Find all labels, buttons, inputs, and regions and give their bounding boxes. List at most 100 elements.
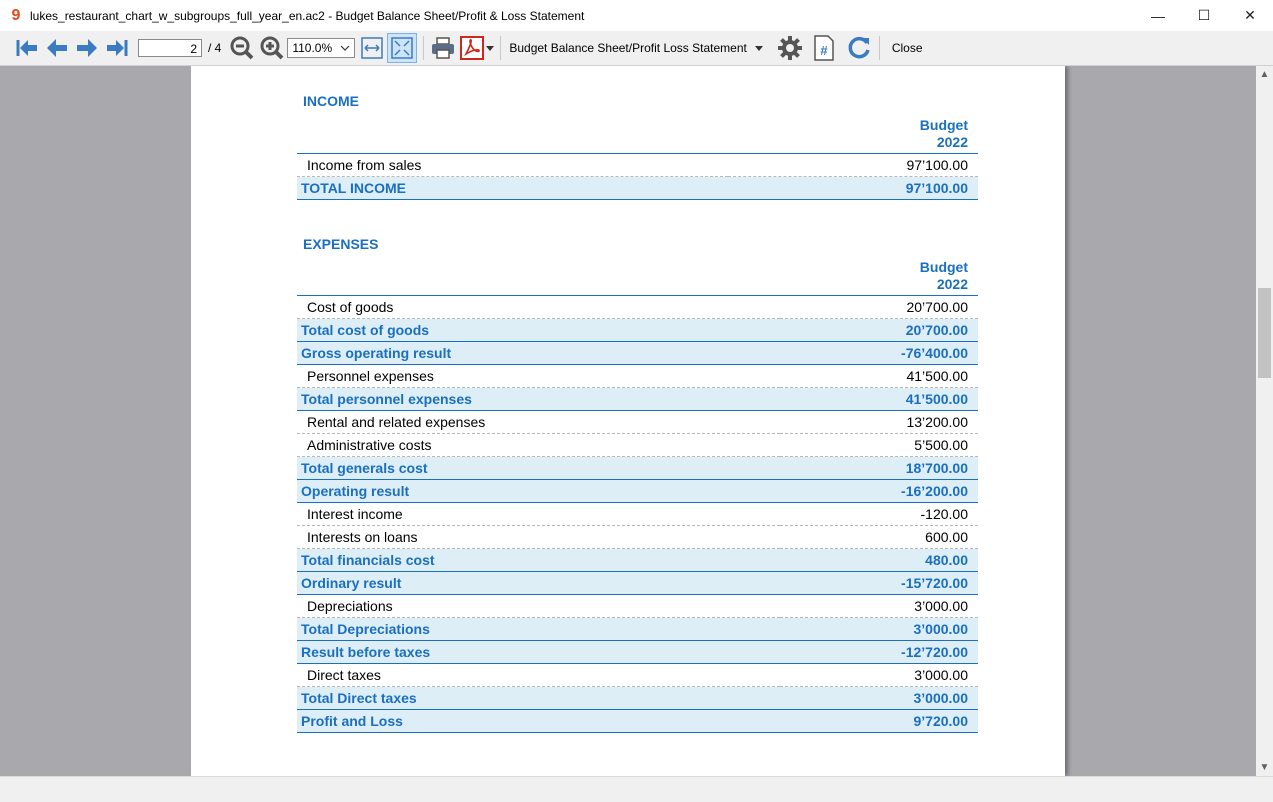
app-logo-icon: 9	[11, 6, 21, 24]
total-row: Total Depreciations 3’000.00	[297, 617, 978, 641]
prev-page-button[interactable]	[44, 34, 70, 62]
scroll-up-icon[interactable]: ▲	[1256, 66, 1273, 83]
row-label: Gross operating result	[297, 341, 781, 365]
total-row: Ordinary result -15’720.00	[297, 571, 978, 595]
pdf-options-button[interactable]	[486, 34, 495, 62]
refresh-button[interactable]	[845, 34, 873, 62]
total-row: Total financials cost 480.00	[297, 548, 978, 572]
scrollbar-thumb[interactable]	[1258, 288, 1271, 378]
next-page-button[interactable]	[74, 34, 100, 62]
vertical-scrollbar[interactable]: ▲ ▼	[1256, 66, 1273, 776]
total-row: Operating result -16’200.00	[297, 479, 978, 503]
page-number-button[interactable]: #	[813, 34, 835, 62]
fit-width-button[interactable]	[361, 34, 384, 62]
row-amount: 3’000.00	[780, 663, 978, 687]
expenses-table: Cost of goods 20’700.00 Total cost of good…	[297, 295, 978, 733]
total-row: Gross operating result -76’400.00	[297, 341, 978, 365]
zoom-in-button[interactable]	[259, 34, 285, 62]
title-bar: 9 lukes_restaurant_chart_w_subgroups_ful…	[0, 0, 1273, 31]
table-row: Administrative costs 5’500.00	[297, 433, 978, 457]
close-button[interactable]: Close	[884, 41, 931, 55]
row-label: Depreciations	[297, 594, 781, 618]
minimize-button[interactable]: —	[1135, 0, 1181, 31]
zoom-select[interactable]: 110.0%	[287, 38, 356, 58]
row-amount: 5’500.00	[780, 433, 978, 457]
row-label: Total cost of goods	[297, 318, 781, 342]
total-row: Total personnel expenses 41’500.00	[297, 387, 978, 411]
row-label: Total Direct taxes	[297, 686, 781, 710]
row-amount: 18’700.00	[780, 456, 978, 480]
window-title: lukes_restaurant_chart_w_subgroups_full_…	[30, 8, 585, 23]
table-row: Rental and related expenses 13’200.00	[297, 410, 978, 434]
row-label: Result before taxes	[297, 640, 781, 664]
row-label: TOTAL INCOME	[297, 176, 728, 200]
page-number-icon: #	[814, 35, 834, 61]
caret-down-icon	[754, 45, 763, 51]
total-row: Total cost of goods 20’700.00	[297, 318, 978, 342]
income-section-title: INCOME	[303, 93, 359, 109]
pdf-icon	[460, 36, 485, 60]
zoom-value: 110.0%	[292, 41, 333, 55]
row-label: Income from sales	[297, 153, 728, 177]
income-header-budget: Budget	[919, 117, 968, 133]
fit-page-button[interactable]	[387, 33, 418, 63]
total-row: Total generals cost 18’700.00	[297, 456, 978, 480]
toolbar-separator	[423, 36, 425, 60]
page-number-input[interactable]: 2	[138, 39, 202, 57]
close-window-button[interactable]: ✕	[1227, 0, 1273, 31]
maximize-button[interactable]: ☐	[1181, 0, 1227, 31]
row-label: Total personnel expenses	[297, 387, 781, 411]
row-label: Rental and related expenses	[297, 410, 781, 434]
toolbar-separator	[878, 36, 880, 60]
expenses-header-year: 2022	[936, 276, 968, 292]
row-amount: 3’000.00	[780, 686, 978, 710]
prev-page-icon	[47, 39, 67, 57]
table-row: Cost of goods 20’700.00	[297, 295, 978, 319]
pdf-button[interactable]	[460, 34, 485, 62]
row-amount: 3’000.00	[780, 594, 978, 618]
row-amount: 20’700.00	[780, 318, 978, 342]
income-column-header: Budget 2022	[297, 117, 978, 151]
zoom-out-icon	[230, 36, 254, 60]
report-viewer[interactable]: INCOME Budget 2022 Income from sales 97’1…	[0, 66, 1256, 776]
row-amount: -15’720.00	[780, 571, 978, 595]
row-label: Profit and Loss	[297, 709, 781, 733]
row-amount: 13’200.00	[780, 410, 978, 434]
settings-button[interactable]	[777, 34, 803, 62]
total-row: TOTAL INCOME 97’100.00	[297, 176, 978, 200]
row-amount: 9’720.00	[780, 709, 978, 733]
income-header-year: 2022	[936, 134, 968, 150]
row-label: Cost of goods	[297, 295, 781, 319]
scroll-down-icon[interactable]: ▼	[1256, 759, 1273, 776]
row-amount: 97’100.00	[727, 176, 978, 200]
report-selector-label: Budget Balance Sheet/Profit Loss Stateme…	[509, 41, 747, 55]
expenses-section-title: EXPENSES	[303, 236, 379, 252]
table-row: Interests on loans 600.00	[297, 525, 978, 549]
zoom-in-icon	[260, 36, 284, 60]
income-table: Income from sales 97’100.00 TOTAL INCOME 97…	[297, 153, 978, 200]
table-row: Income from sales 97’100.00	[297, 153, 978, 177]
svg-text:#: #	[820, 43, 828, 58]
page-total-label: / 4	[208, 41, 222, 55]
report-selector[interactable]: Budget Balance Sheet/Profit Loss Stateme…	[509, 41, 763, 55]
row-amount: -16’200.00	[780, 479, 978, 503]
print-icon	[432, 37, 455, 59]
row-amount: 3’000.00	[780, 617, 978, 641]
refresh-icon	[848, 36, 870, 59]
row-label: Operating result	[297, 479, 781, 503]
row-amount: 41’500.00	[780, 387, 978, 411]
expenses-header-budget: Budget	[919, 259, 968, 275]
total-row: Profit and Loss 9’720.00	[297, 709, 978, 733]
row-label: Ordinary result	[297, 571, 781, 595]
row-amount: 41’500.00	[780, 364, 978, 388]
print-button[interactable]	[430, 34, 456, 62]
row-amount: 480.00	[780, 548, 978, 572]
zoom-out-button[interactable]	[229, 34, 255, 62]
row-label: Total generals cost	[297, 456, 781, 480]
table-row: Depreciations 3’000.00	[297, 594, 978, 618]
last-page-icon	[107, 40, 128, 56]
window-controls: — ☐ ✕	[1135, 0, 1273, 31]
expenses-column-header: Budget 2022	[297, 259, 978, 293]
last-page-button[interactable]	[104, 34, 130, 62]
first-page-button[interactable]	[14, 34, 40, 62]
